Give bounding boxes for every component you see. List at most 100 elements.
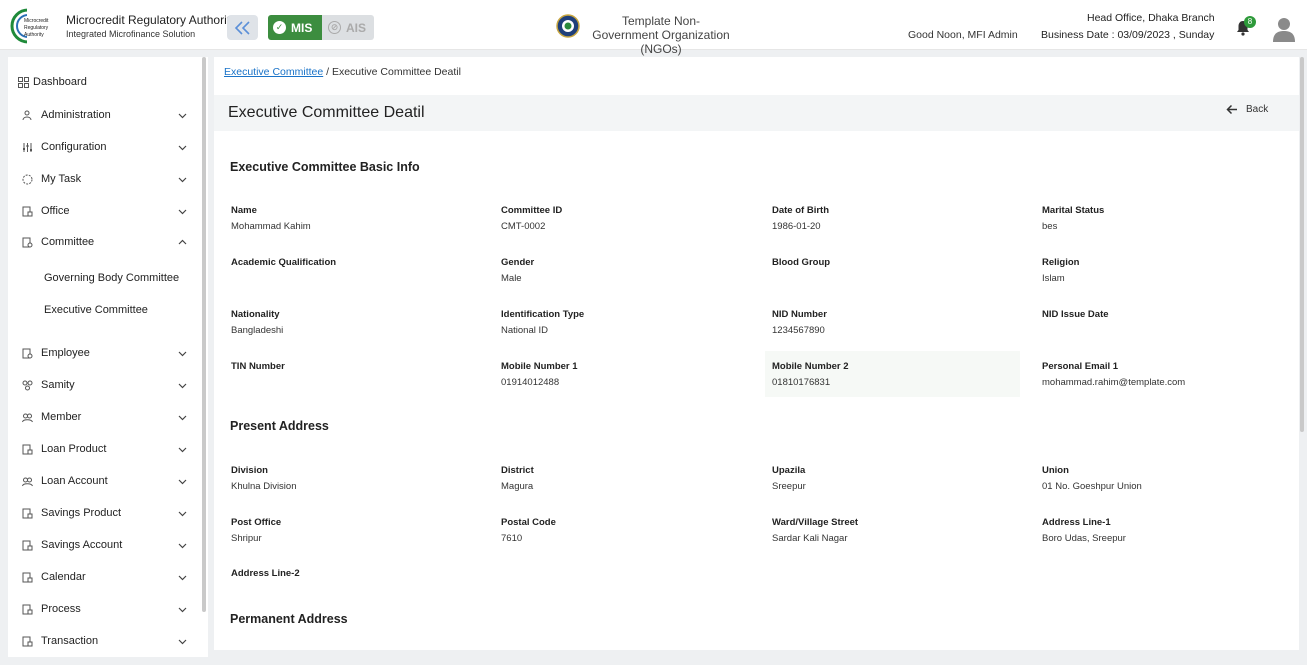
sidebar-item-label: Employee bbox=[41, 347, 90, 359]
sidebar-item-label: Calendar bbox=[41, 571, 86, 583]
back-button[interactable]: Back bbox=[1226, 104, 1268, 115]
sidebar-subitem-governing-body-committee[interactable]: Governing Body Committee bbox=[44, 272, 179, 284]
task-circle-icon bbox=[22, 174, 33, 184]
field-value: Bangladeshi bbox=[231, 325, 284, 336]
sidebar-subitem-executive-committee[interactable]: Executive Committee bbox=[44, 304, 148, 316]
page-title-bar: Executive Committee Deatil Back bbox=[214, 95, 1299, 131]
sidebar-item-samity[interactable]: Samity bbox=[8, 375, 208, 395]
field-value: Sardar Kali Nagar bbox=[772, 533, 848, 544]
top-header: Microcredit Regulatory Authority Microcr… bbox=[0, 0, 1307, 56]
field-value: National ID bbox=[501, 325, 548, 336]
field-value: Sreepur bbox=[772, 481, 806, 492]
samity-icon bbox=[22, 380, 33, 390]
field-value: CMT-0002 bbox=[501, 221, 546, 232]
basic-info-title: Executive Committee Basic Info bbox=[230, 160, 420, 174]
sidebar: Dashboard Administration Configuration M… bbox=[8, 57, 208, 657]
sidebar-scrollbar[interactable] bbox=[202, 57, 206, 612]
field-value: 01914012488 bbox=[501, 377, 560, 388]
field-label: NID Issue Date bbox=[1042, 309, 1109, 320]
sidebar-item-label: Loan Account bbox=[41, 475, 108, 487]
sidebar-item-label: Office bbox=[41, 205, 70, 217]
savings-product-icon bbox=[22, 508, 33, 518]
svg-text:Authority: Authority bbox=[24, 32, 44, 38]
sidebar-item-employee[interactable]: Employee bbox=[8, 343, 208, 363]
loan-account-icon bbox=[22, 477, 33, 486]
field-label: Marital Status bbox=[1042, 205, 1105, 216]
breadcrumb-separator: / bbox=[326, 66, 330, 78]
field-value: bes bbox=[1042, 221, 1058, 232]
notification-badge: 8 bbox=[1244, 16, 1256, 28]
sidebar-item-label: Loan Product bbox=[41, 443, 107, 455]
sidebar-item-committee[interactable]: Committee bbox=[8, 232, 208, 252]
sidebar-collapse-button[interactable] bbox=[227, 15, 258, 40]
ngo-name: Template Non-Government Organization (NG… bbox=[592, 14, 730, 56]
field-label: Post Office bbox=[231, 517, 282, 528]
ais-mode-button[interactable]: ⊘ AIS bbox=[322, 15, 374, 40]
sidebar-item-savings-account[interactable]: Savings Account bbox=[8, 535, 208, 555]
field-label: Nationality bbox=[231, 309, 280, 320]
mis-mode-button[interactable]: ✓ MIS bbox=[268, 15, 322, 40]
sidebar-item-label: Savings Product bbox=[41, 507, 122, 519]
breadcrumb: Executive Committee / Executive Committe… bbox=[224, 66, 461, 78]
check-circle-icon: ✓ bbox=[273, 21, 286, 34]
user-avatar-icon[interactable] bbox=[1272, 16, 1296, 42]
field-label: Address Line-2 bbox=[231, 568, 300, 579]
field-label: Identification Type bbox=[501, 309, 585, 320]
field-label: Date of Birth bbox=[772, 205, 829, 216]
page-title: Executive Committee Deatil bbox=[228, 104, 425, 121]
sidebar-item-loan-product[interactable]: Loan Product bbox=[8, 439, 208, 459]
savings-account-icon bbox=[22, 540, 33, 550]
field-value: Boro Udas, Sreepur bbox=[1042, 533, 1126, 544]
field-label: Division bbox=[231, 465, 268, 476]
loan-product-icon bbox=[22, 444, 33, 454]
disabled-circle-icon: ⊘ bbox=[328, 21, 341, 34]
sidebar-item-office[interactable]: Office bbox=[8, 201, 208, 221]
sidebar-item-administration[interactable]: Administration bbox=[8, 105, 208, 125]
field-value: Mohammad Kahim bbox=[231, 221, 311, 232]
sidebar-item-savings-product[interactable]: Savings Product bbox=[8, 503, 208, 523]
sidebar-item-transaction[interactable]: Transaction bbox=[8, 631, 208, 651]
sidebar-item-configuration[interactable]: Configuration bbox=[8, 137, 208, 157]
business-date: Business Date : 03/09/2023 , Sunday bbox=[1041, 29, 1215, 41]
field-label: Ward/Village Street bbox=[772, 517, 859, 528]
org-subtitle: Integrated Microfinance Solution bbox=[66, 29, 196, 39]
sidebar-item-member[interactable]: Member bbox=[8, 407, 208, 427]
sidebar-item-label: Samity bbox=[41, 379, 75, 391]
svg-text:Regulatory: Regulatory bbox=[24, 25, 49, 31]
process-icon bbox=[22, 604, 33, 614]
sidebar-item-label: Administration bbox=[41, 109, 111, 121]
sidebar-item-my-task[interactable]: My Task bbox=[8, 169, 208, 189]
sidebar-item-process[interactable]: Process bbox=[8, 599, 208, 619]
mra-logo-icon[interactable]: Microcredit Regulatory Authority bbox=[10, 8, 60, 44]
chevron-up-icon bbox=[178, 239, 187, 244]
employee-icon bbox=[22, 348, 33, 358]
committee-icon bbox=[22, 237, 33, 247]
chevron-down-icon bbox=[178, 511, 187, 516]
field-label: Academic Qualification bbox=[231, 257, 337, 268]
chevron-down-icon bbox=[178, 447, 187, 452]
main-content: Executive Committee / Executive Committe… bbox=[214, 57, 1299, 650]
sidebar-item-dashboard[interactable]: Dashboard bbox=[8, 72, 208, 92]
arrow-left-icon bbox=[1226, 104, 1237, 115]
chevron-down-icon bbox=[178, 113, 187, 118]
chevron-down-icon bbox=[178, 351, 187, 356]
field-label: NID Number bbox=[772, 309, 827, 320]
sidebar-item-loan-account[interactable]: Loan Account bbox=[8, 471, 208, 491]
field-label: TIN Number bbox=[231, 361, 285, 372]
chevron-down-icon bbox=[178, 575, 187, 580]
field-label: Blood Group bbox=[772, 257, 831, 268]
field-label: Mobile Number 2 bbox=[772, 361, 849, 372]
field-value: 7610 bbox=[501, 533, 523, 544]
sidebar-item-calendar[interactable]: Calendar bbox=[8, 567, 208, 587]
grid-icon bbox=[18, 76, 29, 88]
chevron-down-icon bbox=[178, 383, 187, 388]
field-value: Magura bbox=[501, 481, 534, 492]
field-value: 1986-01-20 bbox=[772, 221, 821, 232]
breadcrumb-current: Executive Committee Deatil bbox=[331, 66, 461, 78]
branch-name: Head Office, Dhaka Branch bbox=[1087, 12, 1215, 24]
present-address-title: Present Address bbox=[230, 419, 329, 433]
sidebar-item-label: Savings Account bbox=[41, 539, 123, 551]
field-label: Religion bbox=[1042, 257, 1080, 268]
breadcrumb-link-executive-committee[interactable]: Executive Committee bbox=[224, 66, 323, 78]
main-scrollbar[interactable] bbox=[1300, 57, 1304, 432]
